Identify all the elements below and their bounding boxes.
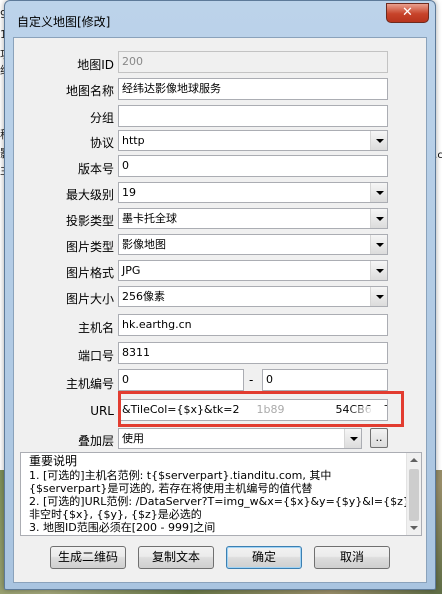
- map-name-field[interactable]: 经纬达影像地球服务: [118, 78, 388, 100]
- note-line: 1. [可选的]主机名范例: t{$serverpart}.tianditu.c…: [29, 469, 332, 482]
- chevron-down-icon[interactable]: [370, 235, 387, 254]
- group-field[interactable]: [118, 105, 388, 127]
- image-size-label: 图片大小: [65, 292, 114, 306]
- url-label: URL: [90, 404, 114, 418]
- ok-button[interactable]: 确定: [226, 546, 302, 569]
- close-button[interactable]: ✕: [386, 3, 429, 23]
- notes-box: 重要说明 1. [可选的]主机名范例: t{$serverpart}.tiand…: [20, 452, 422, 536]
- chevron-down-icon[interactable]: [370, 261, 387, 280]
- title-bar[interactable]: 自定义地图[修改] ✕: [5, 1, 435, 37]
- chevron-down-icon[interactable]: [370, 183, 387, 202]
- protocol-label: 协议: [89, 136, 114, 150]
- image-type-select[interactable]: 影像地图: [118, 234, 388, 255]
- protocol-value: http: [122, 134, 145, 147]
- image-type-label: 图片类型: [65, 240, 114, 254]
- custom-map-dialog: 自定义地图[修改] ✕ 地图ID 200 地图名称 经纬达影像地球服务 分组 协…: [4, 0, 436, 590]
- chevron-down-icon[interactable]: [370, 131, 387, 150]
- scroll-thumb[interactable]: [409, 469, 419, 521]
- image-size-value: 256像素: [122, 290, 165, 303]
- max-level-select[interactable]: 19: [118, 182, 388, 203]
- projection-value: 墨卡托全球: [122, 212, 177, 225]
- chevron-down-icon[interactable]: [344, 429, 361, 448]
- scroll-up-icon[interactable]: [410, 458, 418, 462]
- image-format-value: JPG: [122, 264, 141, 277]
- dialog-title: 自定义地图[修改]: [17, 15, 111, 29]
- close-icon: ✕: [402, 5, 413, 20]
- cancel-button[interactable]: 取消: [314, 546, 390, 569]
- notes-heading: 重要说明: [29, 454, 78, 468]
- map-id-field[interactable]: 200: [118, 51, 388, 73]
- map-name-label: 地图名称: [65, 84, 114, 98]
- overlay-value: 使用: [122, 432, 144, 445]
- chevron-down-icon[interactable]: [370, 287, 387, 306]
- host-field[interactable]: hk.earthg.cn: [118, 314, 388, 336]
- host-number-to-field[interactable]: 0: [262, 369, 388, 391]
- port-label: 端口号: [77, 349, 114, 363]
- scroll-down-icon[interactable]: [410, 526, 418, 530]
- map-id-label: 地图ID: [77, 58, 114, 72]
- note-line: {$serverpart}是可选的, 若存在将使用主机编号的值代替: [29, 482, 313, 495]
- group-label: 分组: [89, 111, 114, 125]
- notes-scrollbar[interactable]: [406, 453, 421, 535]
- version-label: 版本号: [77, 162, 114, 176]
- protocol-select[interactable]: http: [118, 130, 388, 151]
- dialog-client-area: 地图ID 200 地图名称 经纬达影像地球服务 分组 协议 http 版本号 0…: [13, 37, 427, 583]
- max-level-label: 最大级别: [65, 188, 114, 202]
- host-label: 主机名: [77, 321, 114, 335]
- image-size-select[interactable]: 256像素: [118, 286, 388, 307]
- host-number-from-field[interactable]: 0: [118, 369, 244, 391]
- image-format-select[interactable]: JPG: [118, 260, 388, 281]
- copy-text-button[interactable]: 复制文本: [138, 546, 214, 569]
- chevron-down-icon[interactable]: [370, 209, 387, 228]
- host-number-label: 主机编号: [65, 377, 114, 391]
- projection-label: 投影类型: [65, 214, 114, 228]
- max-level-value: 19: [122, 186, 136, 199]
- overlay-browse-button[interactable]: ..: [370, 428, 388, 448]
- range-separator: -: [249, 373, 254, 387]
- note-line: 3. 地图ID范围必须在[200 - 999]之间: [29, 521, 216, 534]
- note-line: 非空时{$x}, {$y}, {$z}是必选的: [29, 508, 202, 521]
- version-field[interactable]: 0: [118, 155, 388, 177]
- note-line: 2. [可选的]URL范例: /DataServer?T=img_w&x={$x…: [29, 495, 414, 508]
- image-format-label: 图片格式: [65, 266, 114, 280]
- projection-select[interactable]: 墨卡托全球: [118, 208, 388, 229]
- overlay-label: 叠加层: [77, 434, 114, 448]
- port-field[interactable]: 8311: [118, 342, 388, 364]
- generate-qrcode-button[interactable]: 生成二维码: [50, 546, 126, 569]
- url-highlight-box: [118, 391, 404, 427]
- overlay-select[interactable]: 使用: [118, 428, 362, 449]
- image-type-value: 影像地图: [122, 238, 166, 251]
